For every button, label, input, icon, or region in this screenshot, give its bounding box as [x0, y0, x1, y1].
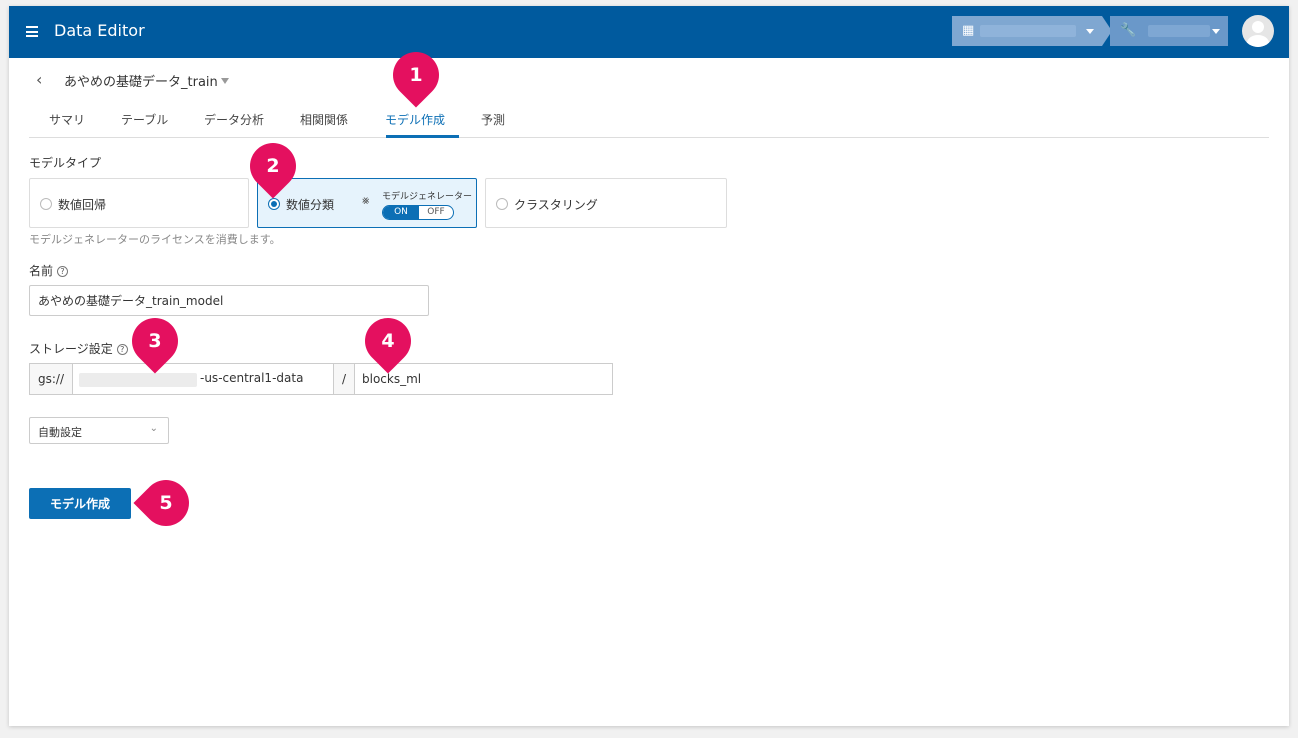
model-type-label: モデルタイプ	[29, 156, 102, 170]
callout-marker-3: 3	[122, 308, 188, 374]
help-icon[interactable]: ?	[57, 266, 69, 277]
callout-marker-5: 5	[133, 470, 199, 536]
toggle-on[interactable]: ON	[383, 206, 419, 219]
chevron-down-icon	[1086, 29, 1094, 34]
tab-table[interactable]: テーブル	[121, 111, 168, 128]
caret-down-icon[interactable]	[221, 78, 229, 84]
tab-summary[interactable]: サマリ	[49, 111, 85, 128]
option-label: クラスタリング	[514, 198, 598, 212]
app-header: Data Editor ▦ 🔧	[9, 6, 1289, 58]
bucket-suffix: -us-central1-data	[200, 371, 304, 385]
chevron-down-icon	[1212, 29, 1220, 34]
tab-correlation[interactable]: 相関関係	[300, 111, 348, 128]
app-title: Data Editor	[54, 21, 145, 40]
storage-label: ストレージ設定?	[29, 340, 128, 357]
building-icon: ▦	[962, 23, 975, 38]
option-label: 数値回帰	[58, 198, 107, 212]
model-generator-toggle[interactable]: ON OFF	[382, 205, 454, 220]
chevron-down-icon: ⌄	[149, 423, 158, 434]
wrench-icon: 🔧	[1120, 23, 1137, 38]
active-tab-indicator	[386, 135, 459, 138]
project-selector[interactable]: 🔧	[1110, 16, 1228, 46]
name-label: 名前?	[29, 262, 69, 279]
storage-label-text: ストレージ設定	[29, 342, 113, 356]
callout-number: 2	[266, 155, 280, 177]
org-selector[interactable]: ▦	[952, 16, 1112, 46]
tab-model-creation[interactable]: モデル作成	[385, 111, 445, 128]
tab-prediction[interactable]: 予測	[481, 111, 505, 128]
callout-marker-2: 2	[240, 133, 306, 199]
bucket-input[interactable]: -us-central1-data	[73, 363, 334, 395]
radio-button-checked[interactable]	[268, 198, 280, 210]
callout-number: 4	[381, 330, 395, 352]
model-generator-icon: ⨳	[362, 193, 370, 207]
user-avatar[interactable]	[1242, 15, 1274, 47]
project-name-redacted	[1148, 25, 1210, 37]
region-select[interactable]: 自動設定 ⌄	[29, 417, 169, 444]
radio-button[interactable]	[40, 198, 52, 210]
option-label: 数値分類	[286, 198, 335, 212]
dataset-title[interactable]: あやめの基礎データ_train	[64, 71, 218, 90]
app-window: Data Editor ▦ 🔧 ‹ あやめの基礎データ_train サマリ テー…	[9, 6, 1289, 726]
name-input[interactable]	[29, 285, 429, 316]
path-separator: /	[334, 363, 354, 395]
create-model-button[interactable]: モデル作成	[29, 488, 131, 519]
radio-button[interactable]	[496, 198, 508, 210]
tab-bar: サマリ テーブル データ分析 相関関係 モデル作成 予測	[29, 103, 1269, 138]
option-numeric-regression[interactable]: 数値回帰	[29, 178, 249, 228]
menu-icon[interactable]	[26, 26, 38, 37]
region-select-value: 自動設定	[38, 426, 82, 439]
tab-data-analysis[interactable]: データ分析	[204, 111, 264, 128]
gs-prefix: gs://	[29, 363, 73, 395]
help-icon[interactable]: ?	[116, 344, 128, 355]
license-help-text: モデルジェネレーターのライセンスを消費します。	[29, 233, 281, 246]
name-label-text: 名前	[29, 264, 54, 278]
option-clustering[interactable]: クラスタリング	[485, 178, 727, 228]
org-name-redacted	[980, 25, 1076, 37]
bucket-name-redacted	[79, 373, 197, 387]
callout-number: 1	[409, 64, 423, 86]
callout-number: 5	[159, 492, 173, 514]
callout-number: 3	[148, 330, 162, 352]
toggle-off[interactable]: OFF	[419, 206, 453, 219]
callout-marker-1: 1	[383, 42, 449, 108]
callout-marker-4: 4	[355, 308, 421, 374]
back-icon[interactable]: ‹	[36, 70, 42, 89]
model-generator-label: モデルジェネレーター	[382, 192, 473, 202]
